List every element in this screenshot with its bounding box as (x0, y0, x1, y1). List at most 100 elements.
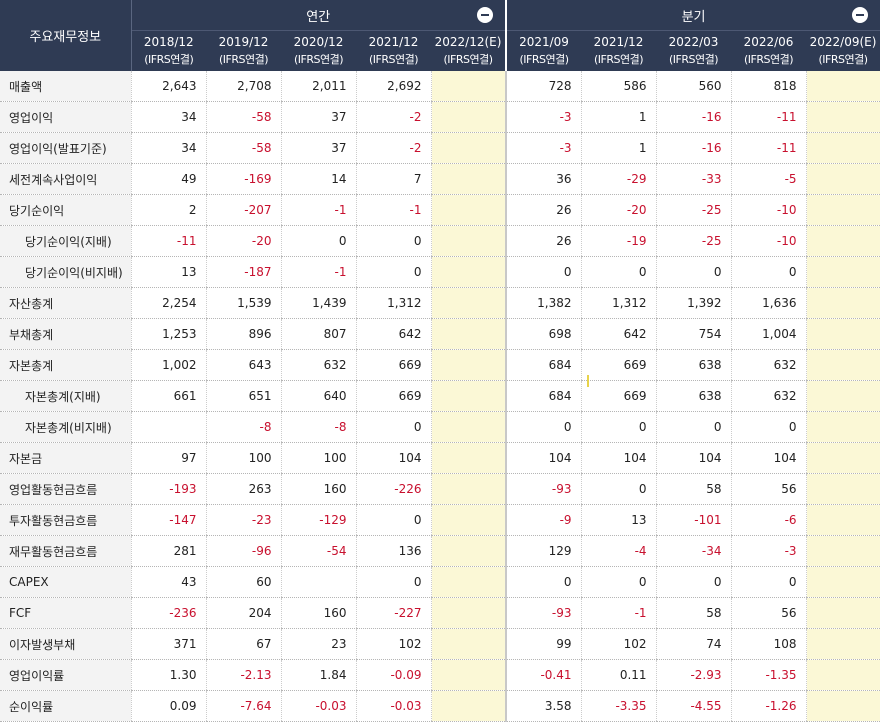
table-corner-label: 주요재무정보 (0, 0, 132, 71)
table-cell (430, 504, 507, 536)
table-cell: 0 (730, 566, 807, 598)
table-cell: -20 (580, 194, 657, 226)
table-cell: -1.26 (730, 690, 807, 722)
table-cell: 698 (505, 318, 582, 350)
row-label: 자본금 (0, 442, 131, 474)
table-cell (430, 256, 507, 288)
table-cell: 3.58 (505, 690, 582, 722)
table-row: 당기순이익 2 -207 -1 -1 26 -20 -25 -10 (0, 194, 880, 226)
table-cell: 263 (205, 473, 281, 505)
table-cell: -1 (280, 256, 356, 288)
table-cell (130, 411, 206, 443)
period-header-5: 2021/09 (IFRS연결) (506, 30, 582, 71)
table-cell (805, 659, 880, 691)
table-cell (280, 566, 356, 598)
table-row: 이자발생부채 371 67 23 102 99 102 74 108 (0, 628, 880, 660)
table-cell: 661 (130, 380, 206, 412)
table-cell (805, 690, 880, 722)
table-cell: -7.64 (205, 690, 281, 722)
period-label: 2018/12 (143, 35, 194, 49)
period-label: 2021/09 (519, 35, 569, 49)
table-cell: -169 (205, 163, 281, 195)
table-cell: 13 (130, 256, 206, 288)
table-cell (805, 287, 880, 319)
table-cell: 642 (355, 318, 431, 350)
table-cell (430, 566, 507, 598)
table-cell: -11 (130, 225, 206, 257)
period-label: 2019/12 (218, 35, 269, 49)
table-cell: -19 (580, 225, 657, 257)
table-cell (430, 690, 507, 722)
table-cell: -16 (655, 132, 732, 164)
table-cell: 100 (280, 442, 356, 474)
table-cell: -236 (130, 597, 206, 629)
table-cell (805, 256, 880, 288)
table-cell (430, 597, 507, 629)
accounting-standard-label: (IFRS연결) (218, 53, 269, 66)
row-label: 자본총계 (0, 349, 131, 381)
accounting-standard-label: (IFRS연결) (818, 53, 869, 66)
table-cell: -2 (355, 101, 431, 133)
table-cell: 14 (280, 163, 356, 195)
table-row: 부채총계 1,253 896 807 642 698 642 754 1,004 (0, 318, 880, 350)
row-label: FCF (0, 597, 131, 629)
table-cell (430, 628, 507, 660)
table-row: CAPEX 43 60 0 0 0 0 0 (0, 566, 880, 598)
period-label: 2022/09(E) (809, 35, 877, 49)
table-cell: 160 (280, 473, 356, 505)
table-cell: 371 (130, 628, 206, 660)
table-cell (430, 349, 507, 381)
table-cell: -9 (505, 504, 582, 536)
table-body: 매출액 2,643 2,708 2,011 2,692 728 586 560 818 영업이익 3… (0, 71, 880, 722)
table-cell: 669 (580, 380, 657, 412)
table-cell (430, 132, 507, 164)
table-cell: 56 (730, 597, 807, 629)
table-cell: 37 (280, 132, 356, 164)
table-cell (430, 101, 507, 133)
table-cell: 56 (730, 473, 807, 505)
table-cell (805, 225, 880, 257)
row-label: 투자활동현금흐름 (0, 504, 131, 536)
period-header-3: 2021/12 (IFRS연결) (356, 30, 431, 71)
collapse-quarter-minus-icon[interactable] (852, 7, 869, 23)
table-cell (805, 318, 880, 350)
table-cell: 754 (655, 318, 732, 350)
table-cell (430, 287, 507, 319)
table-row: 당기순이익(지배) -11 -20 0 0 26 -19 -25 -10 (0, 225, 880, 257)
accounting-standard-label: (IFRS연결) (669, 53, 719, 66)
table-cell: -0.03 (280, 690, 356, 722)
annual-group-label: 연간 (306, 9, 331, 25)
table-cell: 0 (280, 225, 356, 257)
table-row: 자산총계 2,254 1,539 1,439 1,312 1,382 1,312 1,392 1… (0, 287, 880, 319)
table-cell (805, 628, 880, 660)
table-cell: -3 (730, 535, 807, 567)
table-cell: 1,392 (655, 287, 732, 319)
collapse-annual-minus-icon[interactable] (477, 7, 494, 23)
table-cell: 1,539 (205, 287, 281, 319)
period-header-9: 2022/09(E) (IFRS연결) (806, 30, 880, 71)
table-cell: -6 (730, 504, 807, 536)
table-cell: 0.09 (130, 690, 206, 722)
table-cell: 97 (130, 442, 206, 474)
table-cell: 2,011 (280, 71, 356, 102)
table-cell: 669 (355, 380, 431, 412)
table-cell: 669 (580, 349, 657, 381)
table-cell: 1,439 (280, 287, 356, 319)
table-cell (805, 442, 880, 474)
table-cell: -101 (655, 504, 732, 536)
table-cell: -2 (355, 132, 431, 164)
table-cell: 23 (280, 628, 356, 660)
table-cell: 0 (655, 256, 732, 288)
row-label: 재무활동현금흐름 (0, 535, 131, 567)
table-row: 영업이익 34 -58 37 -2 -3 1 -16 -11 (0, 101, 880, 133)
annual-group-header: 연간 (131, 0, 508, 31)
table-cell: 204 (205, 597, 281, 629)
table-row: 투자활동현금흐름 -147 -23 -129 0 -9 13 -101 -6 (0, 504, 880, 536)
table-cell: 0 (655, 411, 732, 443)
table-row: 재무활동현금흐름 281 -96 -54 136 129 -4 -34 -3 (0, 535, 880, 567)
table-cell: -5 (730, 163, 807, 195)
table-cell (430, 71, 507, 102)
row-label: 영업이익률 (0, 659, 131, 691)
table-cell: 0 (580, 411, 657, 443)
table-cell: -0.03 (355, 690, 431, 722)
